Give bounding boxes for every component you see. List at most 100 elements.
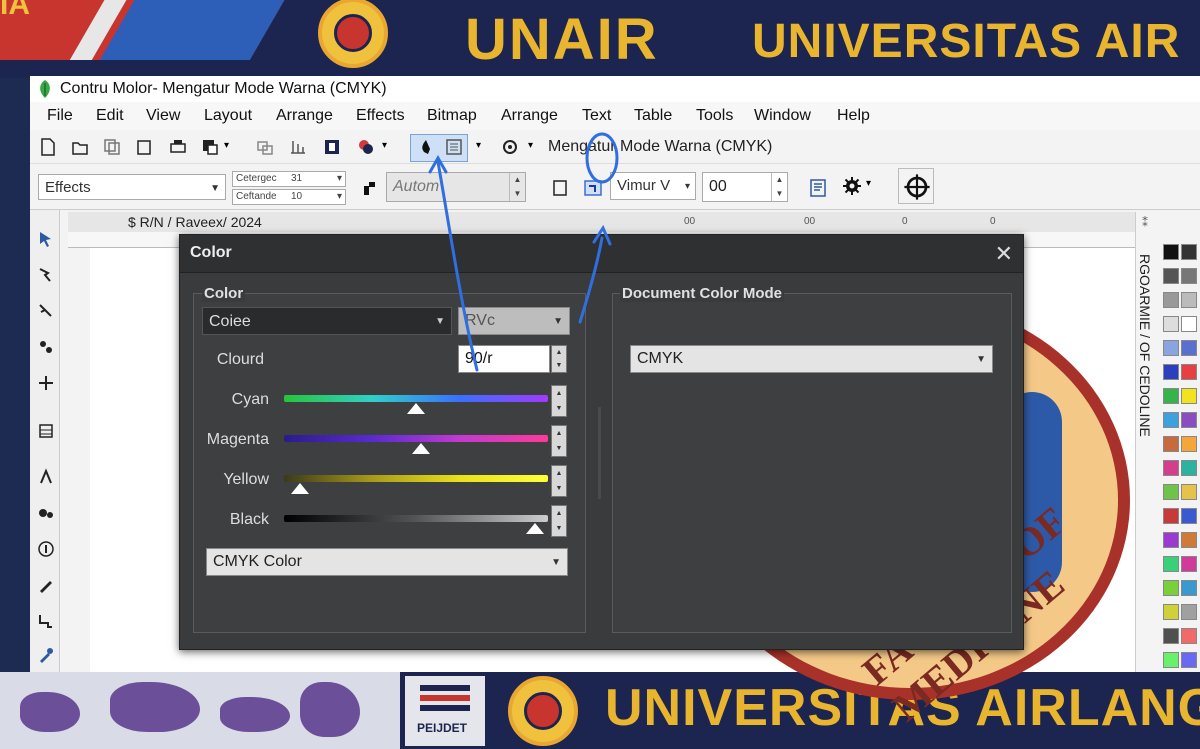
menu-bitmap[interactable]: Bitmap (427, 107, 477, 125)
cyan-slider-thumb[interactable] (407, 403, 425, 414)
count-stepper[interactable]: ▲ ▼ (551, 345, 567, 373)
paste-icon[interactable] (134, 137, 154, 157)
export-icon[interactable] (200, 137, 220, 157)
palette-swatch[interactable] (1181, 316, 1197, 332)
effects-dropdown[interactable]: Effects ▼ (38, 174, 226, 200)
palette-swatch[interactable] (1181, 268, 1197, 284)
palette-swatch[interactable] (1181, 484, 1197, 500)
color-source-dropdown[interactable]: Coiee ▼ (202, 307, 452, 335)
cyan-slider-track[interactable] (284, 395, 548, 402)
palette-swatch[interactable] (1181, 532, 1197, 548)
connector-tool-icon[interactable] (37, 612, 55, 630)
palette-swatch[interactable] (1163, 340, 1179, 356)
palette-swatch[interactable] (1181, 340, 1197, 356)
palette-swatch[interactable] (1163, 484, 1179, 500)
palette-swatch[interactable] (1163, 316, 1179, 332)
target-icon[interactable] (898, 168, 934, 204)
black-slider-track[interactable] (284, 515, 548, 522)
menu-arrange[interactable]: Arrange (276, 107, 333, 125)
cetergec-field[interactable]: Cetergec 31 ▾ (232, 171, 346, 187)
color-model-dropdown[interactable]: RVc ▼ (458, 307, 570, 335)
info-tool-icon[interactable] (37, 540, 55, 558)
palette-swatch[interactable] (1181, 628, 1197, 644)
print-icon[interactable] (168, 137, 188, 157)
menu-edit[interactable]: Edit (96, 107, 124, 125)
freehand-tool-icon[interactable] (37, 374, 55, 392)
palette-swatch[interactable] (1163, 628, 1179, 644)
color-proof-icon[interactable] (583, 178, 603, 198)
menu-layout[interactable]: Layout (204, 107, 252, 125)
yellow-slider-thumb[interactable] (290, 483, 309, 494)
document-settings-icon[interactable] (808, 178, 828, 198)
palette-swatch[interactable] (1181, 244, 1197, 260)
menu-table[interactable]: Table (634, 107, 672, 125)
palette-swatch[interactable] (1163, 460, 1179, 476)
frame-select-icon[interactable] (550, 178, 570, 198)
menu-window[interactable]: Window (754, 107, 811, 125)
color-wheel-icon[interactable] (356, 137, 376, 157)
close-icon[interactable]: ✕ (995, 241, 1013, 267)
chevron-down-icon[interactable]: ▾ (476, 140, 496, 160)
palette-swatch[interactable] (1181, 388, 1197, 404)
crop-tool-icon[interactable] (37, 302, 55, 320)
palette-swatch[interactable] (1163, 508, 1179, 524)
color-mode-icon[interactable] (416, 137, 436, 157)
pen-tool-icon[interactable] (37, 576, 55, 594)
new-document-icon[interactable] (38, 137, 58, 157)
palette-swatch[interactable] (1181, 364, 1197, 380)
color-mode-dropdown[interactable]: CMYK Color ▼ (206, 548, 568, 576)
panel-splitter[interactable] (598, 407, 601, 499)
yellow-slider-track[interactable] (284, 475, 548, 482)
align-icon[interactable] (288, 137, 308, 157)
palette-swatch[interactable] (1163, 604, 1179, 620)
palette-swatch[interactable] (1181, 292, 1197, 308)
open-icon[interactable] (70, 137, 90, 157)
docker-pin-icon[interactable]: ⁑ (1142, 216, 1148, 230)
color-settings-icon[interactable] (444, 137, 464, 157)
copy-icon[interactable] (102, 137, 122, 157)
chevron-down-icon[interactable]: ▾ (866, 178, 886, 198)
palette-swatch[interactable] (1181, 604, 1197, 620)
vimur-dropdown[interactable]: Vimur V ▾ (610, 172, 696, 200)
magenta-slider-track[interactable] (284, 435, 548, 442)
magenta-stepper[interactable]: ▲ ▼ (551, 425, 567, 457)
document-tab[interactable]: $ R/N / Raveex/ 2024 (68, 212, 1138, 232)
palette-swatch[interactable] (1181, 412, 1197, 428)
menu-arrange-2[interactable]: Arrange (501, 107, 558, 125)
menu-text[interactable]: Text (582, 107, 611, 125)
rectangle-tool-icon[interactable] (37, 422, 55, 440)
menu-view[interactable]: View (146, 107, 180, 125)
frame-icon[interactable] (322, 137, 342, 157)
palette-swatch[interactable] (1163, 436, 1179, 452)
yellow-stepper[interactable]: ▲ ▼ (551, 465, 567, 497)
palette-swatch[interactable] (1181, 508, 1197, 524)
text-tool-icon[interactable] (37, 468, 55, 486)
black-slider-thumb[interactable] (525, 523, 544, 534)
zoom-tool-icon[interactable] (37, 338, 55, 356)
chevron-down-icon[interactable]: ▾ (528, 140, 548, 160)
palette-swatch[interactable] (1181, 556, 1197, 572)
palette-swatch[interactable] (1163, 580, 1179, 596)
palette-swatch[interactable] (1163, 652, 1179, 668)
palette-swatch[interactable] (1163, 268, 1179, 284)
menu-tools[interactable]: Tools (696, 107, 733, 125)
count-input[interactable]: 90/r (458, 345, 550, 373)
palette-swatch[interactable] (1163, 532, 1179, 548)
group-icon[interactable] (255, 137, 275, 157)
chevron-down-icon[interactable]: ▾ (224, 140, 244, 160)
number-spin-field[interactable]: 00 ▲ ▼ (702, 172, 788, 202)
palette-swatch[interactable] (1163, 364, 1179, 380)
palette-swatch[interactable] (1163, 388, 1179, 404)
chevron-down-icon[interactable]: ▾ (382, 140, 402, 160)
palette-swatch[interactable] (1163, 292, 1179, 308)
palette-swatch[interactable] (1181, 460, 1197, 476)
palette-swatch[interactable] (1181, 436, 1197, 452)
black-stepper[interactable]: ▲ ▼ (551, 505, 567, 537)
eyedropper-tool-icon[interactable] (37, 646, 55, 664)
palette-swatch[interactable] (1163, 556, 1179, 572)
palette-swatch[interactable] (1163, 244, 1179, 260)
gear-icon[interactable] (842, 176, 862, 196)
cyan-stepper[interactable]: ▲ ▼ (551, 385, 567, 417)
font-size-field[interactable]: Autom ▲ ▼ (386, 172, 526, 202)
menu-help[interactable]: Help (837, 107, 870, 125)
